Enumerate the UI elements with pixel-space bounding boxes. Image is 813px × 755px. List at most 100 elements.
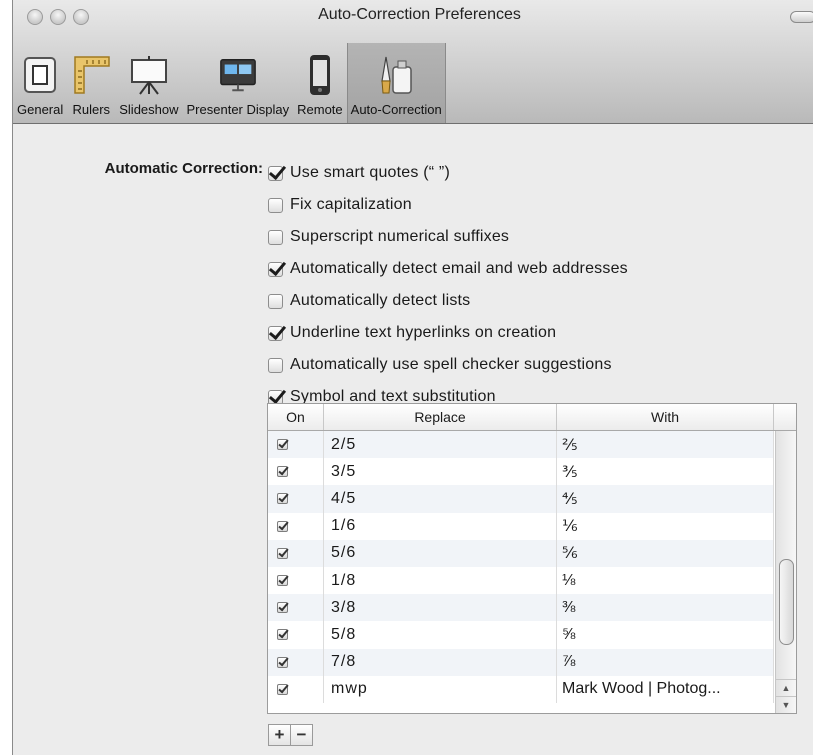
checkbox[interactable] bbox=[268, 293, 283, 309]
table-row[interactable]: mwp Mark Wood | Photog... bbox=[268, 675, 774, 703]
column-header-replace[interactable]: Replace bbox=[324, 404, 557, 430]
with-cell[interactable]: ⅛ bbox=[557, 566, 774, 595]
substitution-table: On Replace With 2/5 ⅖ 3/5 ⅗ 4/5 ⅘ 1/6 ⅙ … bbox=[267, 403, 797, 714]
rulers-icon bbox=[71, 54, 111, 96]
remove-entry-button[interactable]: − bbox=[291, 724, 313, 746]
tab-label: Presenter Display bbox=[186, 102, 290, 117]
scroll-down-arrow-icon[interactable]: ▼ bbox=[776, 696, 796, 713]
with-cell[interactable]: ⅝ bbox=[557, 621, 774, 649]
on-cell bbox=[268, 431, 324, 459]
option-label: Automatically detect email and web addre… bbox=[290, 260, 628, 277]
on-cell bbox=[268, 458, 324, 486]
option-spell-checker-suggestions[interactable]: Automatically use spell checker suggesti… bbox=[268, 349, 628, 381]
option-superscript-suffixes[interactable]: Superscript numerical suffixes bbox=[268, 221, 628, 253]
with-cell[interactable]: ⅖ bbox=[557, 431, 774, 459]
replace-cell[interactable]: 4/5 bbox=[324, 485, 557, 513]
preferences-toolbar: General Rulers Slideshow Presenter Displ… bbox=[13, 43, 446, 123]
replace-cell[interactable]: mwp bbox=[324, 675, 557, 703]
option-underline-hyperlinks[interactable]: Underline text hyperlinks on creation bbox=[268, 317, 628, 349]
row-checkbox[interactable] bbox=[277, 629, 288, 641]
with-cell[interactable]: ⅞ bbox=[557, 648, 774, 676]
with-cell[interactable]: ⅙ bbox=[557, 512, 774, 540]
scroll-up-arrow-icon[interactable]: ▲ bbox=[776, 679, 796, 696]
row-checkbox[interactable] bbox=[277, 683, 288, 695]
table-row[interactable]: 2/5 ⅖ bbox=[268, 431, 774, 459]
window-title: Auto-Correction Preferences bbox=[318, 6, 521, 23]
tab-slideshow[interactable]: Slideshow bbox=[115, 43, 182, 123]
column-header-on[interactable]: On bbox=[268, 404, 324, 430]
table-row[interactable]: 4/5 ⅘ bbox=[268, 485, 774, 513]
toolbar-toggle-button[interactable] bbox=[790, 11, 813, 23]
table-row[interactable]: 7/8 ⅞ bbox=[268, 648, 774, 676]
row-checkbox[interactable] bbox=[277, 575, 288, 587]
checkbox[interactable] bbox=[268, 325, 283, 341]
table-row[interactable]: 3/5 ⅗ bbox=[268, 458, 774, 486]
table-row[interactable]: 1/6 ⅙ bbox=[268, 512, 774, 540]
on-cell bbox=[268, 566, 324, 595]
replace-cell[interactable]: 5/8 bbox=[324, 621, 557, 649]
with-cell[interactable]: ⅗ bbox=[557, 458, 774, 486]
checkbox[interactable] bbox=[268, 197, 283, 213]
tab-label: General bbox=[17, 102, 64, 117]
tab-label: Remote bbox=[297, 102, 343, 117]
checkbox[interactable] bbox=[268, 229, 283, 245]
table-row[interactable]: 1/8 ⅛ bbox=[268, 566, 774, 595]
correction-options: Use smart quotes (“ ”) Fix capitalizatio… bbox=[268, 157, 628, 413]
table-header: On Replace With bbox=[268, 404, 796, 431]
row-checkbox[interactable] bbox=[277, 493, 288, 505]
table-row[interactable]: 5/6 ⅚ bbox=[268, 539, 774, 567]
row-checkbox[interactable] bbox=[277, 602, 288, 614]
replace-cell[interactable]: 3/8 bbox=[324, 594, 557, 622]
table-body: 2/5 ⅖ 3/5 ⅗ 4/5 ⅘ 1/6 ⅙ 5/6 ⅚ 1/8 ⅛ 3/8 … bbox=[268, 431, 774, 703]
with-cell[interactable]: Mark Wood | Photog... bbox=[557, 675, 774, 703]
tab-label: Auto-Correction bbox=[350, 102, 442, 117]
replace-cell[interactable]: 1/6 bbox=[324, 512, 557, 540]
option-label: Automatically detect lists bbox=[290, 292, 471, 309]
tab-auto-correction[interactable]: Auto-Correction bbox=[346, 43, 446, 123]
with-cell[interactable]: ⅘ bbox=[557, 485, 774, 513]
add-entry-button[interactable]: + bbox=[268, 724, 291, 746]
checkbox[interactable] bbox=[268, 357, 283, 373]
row-checkbox[interactable] bbox=[277, 547, 288, 559]
checkbox[interactable] bbox=[268, 261, 283, 277]
column-header-with[interactable]: With bbox=[557, 404, 774, 430]
on-cell bbox=[268, 539, 324, 567]
replace-cell[interactable]: 5/6 bbox=[324, 539, 557, 567]
with-cell[interactable]: ⅚ bbox=[557, 539, 774, 567]
tab-rulers[interactable]: Rulers bbox=[67, 43, 115, 123]
auto-correction-icon bbox=[376, 54, 416, 96]
replace-cell[interactable]: 2/5 bbox=[324, 431, 557, 459]
table-scrollbar[interactable]: ▲ ▼ bbox=[775, 431, 796, 713]
scrollbar-thumb[interactable] bbox=[779, 559, 794, 645]
replace-cell[interactable]: 1/8 bbox=[324, 566, 557, 595]
on-cell bbox=[268, 512, 324, 540]
tab-label: Rulers bbox=[72, 102, 111, 117]
slideshow-screen-icon bbox=[129, 54, 169, 96]
option-detect-email-web[interactable]: Automatically detect email and web addre… bbox=[268, 253, 628, 285]
tab-remote[interactable]: Remote bbox=[293, 43, 347, 123]
option-fix-capitalization[interactable]: Fix capitalization bbox=[268, 189, 628, 221]
title-toolbar: Auto-Correction Preferences General Rule… bbox=[13, 0, 813, 124]
tab-general[interactable]: General bbox=[13, 43, 67, 123]
automatic-correction-label: Automatic Correction: bbox=[104, 160, 263, 177]
tab-presenter-display[interactable]: Presenter Display bbox=[183, 43, 294, 123]
option-detect-lists[interactable]: Automatically detect lists bbox=[268, 285, 628, 317]
with-cell[interactable]: ⅜ bbox=[557, 594, 774, 622]
row-checkbox[interactable] bbox=[277, 656, 288, 668]
row-checkbox[interactable] bbox=[277, 439, 288, 451]
option-label: Superscript numerical suffixes bbox=[290, 228, 510, 245]
replace-cell[interactable]: 7/8 bbox=[324, 648, 557, 676]
tab-label: Slideshow bbox=[119, 102, 179, 117]
table-row[interactable]: 3/8 ⅜ bbox=[268, 594, 774, 622]
row-checkbox[interactable] bbox=[277, 520, 288, 532]
on-cell bbox=[268, 675, 324, 703]
checkbox[interactable] bbox=[268, 165, 283, 181]
table-row[interactable]: 5/8 ⅝ bbox=[268, 621, 774, 649]
header-corner bbox=[774, 404, 794, 430]
replace-cell[interactable]: 3/5 bbox=[324, 458, 557, 486]
row-checkbox[interactable] bbox=[277, 466, 288, 478]
option-smart-quotes[interactable]: Use smart quotes (“ ”) bbox=[268, 157, 628, 189]
iphone-remote-icon bbox=[300, 54, 340, 96]
presenter-display-icon bbox=[218, 54, 258, 96]
preferences-window: Auto-Correction Preferences General Rule… bbox=[12, 0, 813, 755]
